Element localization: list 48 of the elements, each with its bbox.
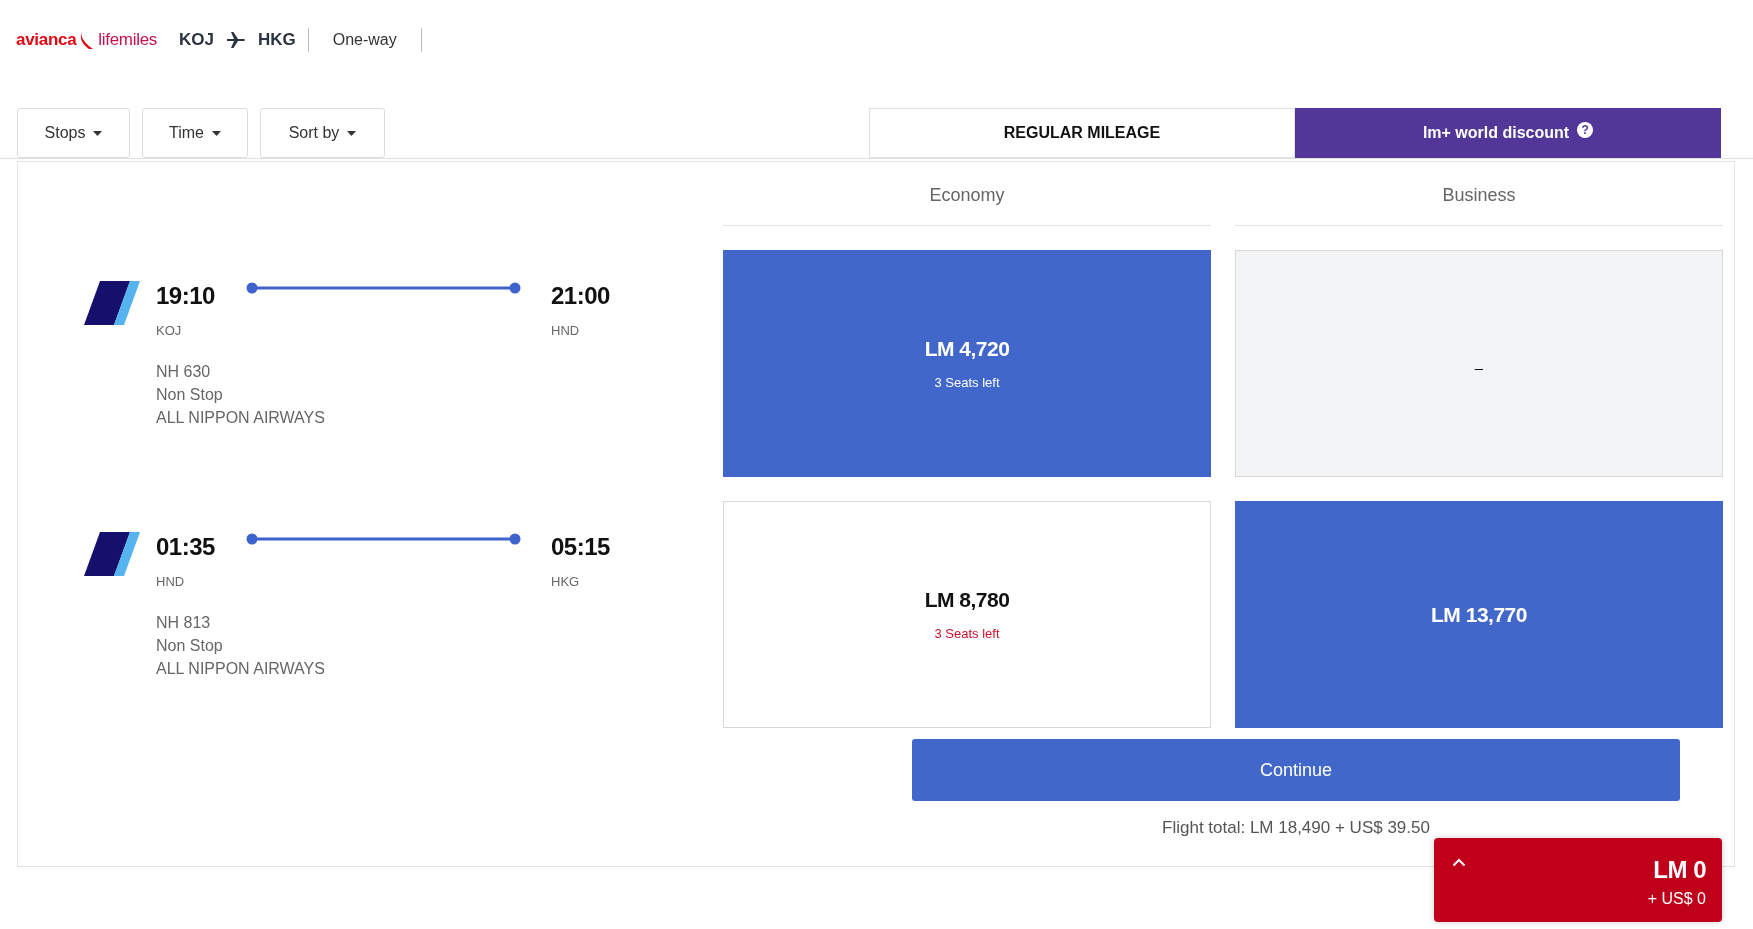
flight-number: NH 813 bbox=[156, 613, 212, 633]
cabin-heading: Business bbox=[1235, 162, 1723, 226]
flight-number: NH 630 bbox=[156, 362, 212, 382]
filter-dropdown[interactable]: Time bbox=[142, 108, 248, 158]
summary-cash: + US$ 0 bbox=[1647, 890, 1706, 908]
seats-left: 3 Seats left bbox=[934, 626, 1000, 641]
no-fare-dash: – bbox=[1474, 358, 1484, 376]
trip-type: One-way bbox=[332, 31, 397, 49]
airplane-icon bbox=[225, 31, 246, 49]
arrival-time: 05:15 bbox=[551, 532, 611, 562]
fare-price: LM 8,780 bbox=[924, 588, 1010, 612]
airline-logo-icon bbox=[84, 532, 140, 576]
filter-dropdown[interactable]: Stops bbox=[17, 108, 130, 158]
brand-name: avianca bbox=[16, 30, 77, 50]
departure-time: 19:10 bbox=[156, 281, 216, 311]
fare-price: LM 13,770 bbox=[1431, 602, 1527, 627]
caret-icon bbox=[93, 130, 103, 136]
airport-code: HND bbox=[156, 574, 186, 589]
fare-option[interactable]: LM 8,780 3 Seats left bbox=[723, 501, 1211, 728]
destination-code: HKG bbox=[257, 30, 296, 50]
price-summary[interactable]: LM 0 + US$ 0 bbox=[1434, 838, 1722, 922]
flight-total: Flight total: LM 18,490 + US$ 39.50 bbox=[1162, 818, 1430, 838]
stops-text: Non Stop bbox=[156, 385, 224, 405]
airline-name: ALL NIPPON AIRWAYS bbox=[156, 408, 326, 428]
chevron-icon[interactable] bbox=[1452, 858, 1466, 867]
departure-time: 01:35 bbox=[156, 532, 216, 562]
stops-text: Non Stop bbox=[156, 636, 224, 656]
help-icon[interactable]: ? bbox=[1577, 122, 1594, 138]
fare-price: LM 4,720 bbox=[924, 337, 1010, 361]
caret-icon bbox=[347, 130, 357, 136]
caret-icon bbox=[212, 130, 221, 136]
program-name: lifemiles bbox=[98, 30, 157, 50]
airport-code: HKG bbox=[551, 574, 581, 589]
origin-code: KOJ bbox=[179, 30, 214, 50]
airline-logo-icon bbox=[84, 281, 140, 325]
fare-option[interactable]: LM 4,720 3 Seats left bbox=[723, 250, 1211, 477]
filter-dropdown[interactable]: Sort by bbox=[260, 108, 385, 158]
airport-code: HND bbox=[551, 323, 581, 338]
airport-code: KOJ bbox=[156, 323, 183, 338]
airline-name: ALL NIPPON AIRWAYS bbox=[156, 659, 326, 679]
continue-button[interactable]: Continue bbox=[912, 739, 1680, 801]
fare-option[interactable]: LM 13,770 bbox=[1235, 501, 1723, 728]
arrival-time: 21:00 bbox=[551, 281, 611, 311]
seats-left: 3 Seats left bbox=[934, 375, 1000, 390]
fare-tab[interactable]: lm+ world discount ? bbox=[1295, 108, 1721, 158]
fare-tab[interactable]: REGULAR MILEAGE bbox=[869, 108, 1295, 158]
summary-miles: LM 0 bbox=[1653, 856, 1706, 884]
cabin-heading: Economy bbox=[723, 162, 1211, 226]
